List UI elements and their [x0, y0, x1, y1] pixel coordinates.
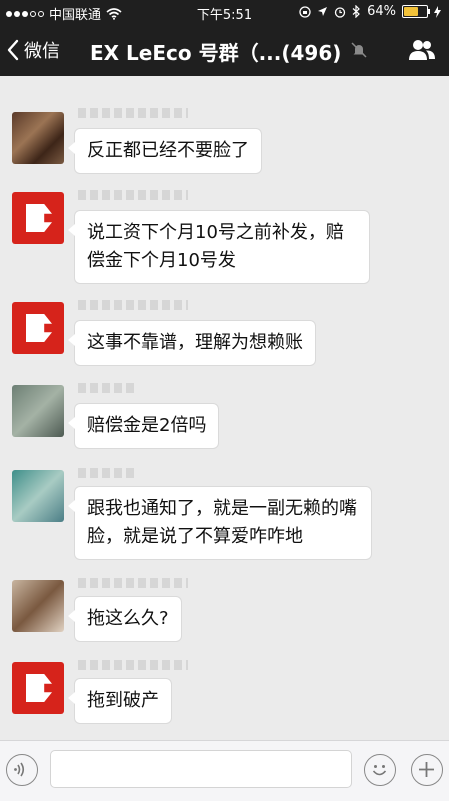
sender-name-blurred [78, 468, 138, 478]
sender-name-blurred [78, 190, 188, 200]
emoji-icon [372, 765, 387, 776]
nav-bar: 微信 EX LeEco 号群（...(496) [0, 24, 449, 76]
avatar[interactable] [12, 580, 64, 632]
group-contacts-icon[interactable] [409, 38, 435, 62]
bluetooth-icon [352, 5, 360, 18]
status-bar: 中国联通 下午5:51 64% [0, 0, 449, 24]
avatar[interactable] [12, 112, 64, 164]
message-bubble[interactable]: 赔偿金是2倍吗 [67, 403, 220, 449]
battery-icon [402, 5, 430, 18]
location-icon [318, 7, 328, 16]
message-bubble[interactable]: 反正都已经不要脸了 [68, 128, 262, 174]
avatar[interactable] [12, 470, 64, 522]
chat-history[interactable]: 反正都已经不要脸了 说工资下个月10号之前补发，赔偿金下个月10号发 这事不靠谱… [0, 76, 449, 736]
message-bubble[interactable]: 拖到破产 [68, 678, 172, 724]
back-label: 微信 [24, 41, 60, 62]
mute-bell-icon [351, 42, 367, 58]
rotation-lock-icon [299, 5, 311, 18]
status-right: 64% [299, 4, 441, 19]
voice-button[interactable] [6, 754, 38, 786]
chat-title: EX LeEco 号群（...(496) [90, 41, 342, 65]
alarm-icon [334, 6, 346, 18]
sender-name-blurred [78, 108, 188, 118]
avatar[interactable] [12, 302, 64, 354]
charging-icon [434, 5, 441, 18]
more-button[interactable] [411, 754, 443, 786]
sender-name-blurred [78, 383, 138, 393]
emoji-button[interactable] [364, 754, 396, 786]
sender-name-blurred [78, 578, 188, 588]
voice-icon [14, 762, 25, 777]
plus-icon [419, 762, 434, 777]
input-bar [0, 740, 449, 801]
sender-name-blurred [78, 660, 188, 670]
back-button[interactable]: 微信 [6, 37, 60, 63]
message-bubble[interactable]: 跟我也通知了，就是一副无赖的嘴脸，就是说了不算爱咋咋地 [68, 486, 372, 560]
avatar[interactable] [12, 385, 64, 437]
message-bubble[interactable]: 说工资下个月10号之前补发，赔偿金下个月10号发 [68, 210, 370, 284]
message-bubble[interactable]: 这事不靠谱，理解为想赖账 [68, 320, 316, 366]
avatar[interactable] [12, 662, 64, 714]
chevron-left-icon [7, 39, 19, 61]
message-input[interactable] [50, 750, 352, 788]
battery-percent: 64% [367, 4, 396, 19]
message-bubble[interactable]: 拖这么久? [68, 596, 182, 642]
avatar[interactable] [12, 192, 64, 244]
sender-name-blurred [78, 300, 188, 310]
